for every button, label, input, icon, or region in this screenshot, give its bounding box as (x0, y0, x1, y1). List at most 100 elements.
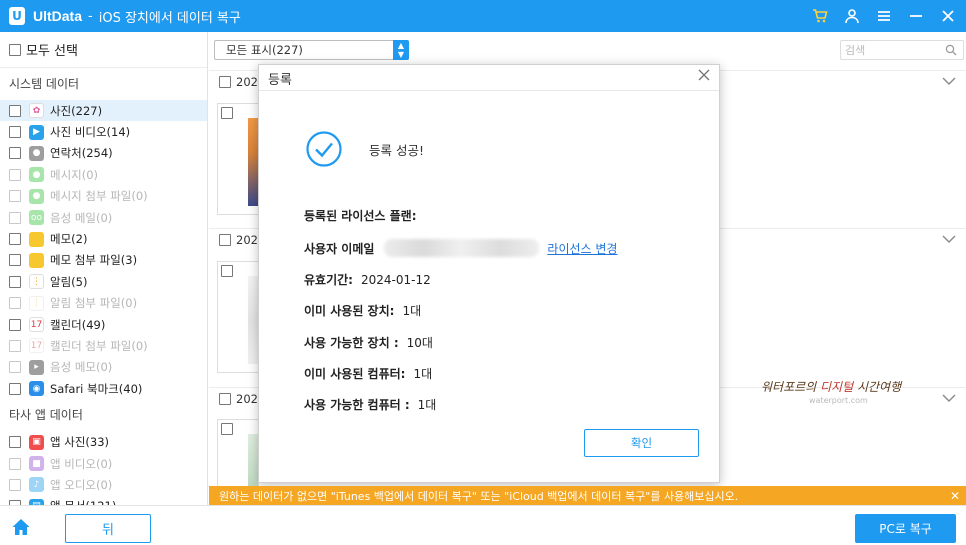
cart-icon[interactable] (808, 4, 832, 28)
change-license-link[interactable]: 라이선스 변경 (547, 240, 617, 257)
window-subtitle: iOS 장치에서 데이터 복구 (98, 10, 241, 26)
category-item[interactable]: 메모 첨부 파일(3) (0, 250, 207, 271)
photos-icon: ✿ (29, 103, 44, 119)
back-button[interactable]: 뒤 (65, 514, 151, 543)
ultdata-logo-icon: U (9, 7, 25, 25)
photo-checkbox[interactable] (221, 265, 233, 277)
category-checkbox[interactable] (9, 382, 21, 395)
chevron-down-icon[interactable] (942, 233, 956, 247)
category-item[interactable]: ♪ 앱 오디오(0) (0, 474, 207, 495)
category-sidebar: 모두 선택 시스템 데이터 ✿ 사진(227) ▶ 사진 비디오(14) ● 연락처(25… (0, 32, 208, 505)
category-item[interactable]: ● 메시지(0) (0, 164, 207, 185)
license-info-row: 이미 사용된 컴퓨터: 1대 (304, 365, 432, 382)
menu-icon[interactable] (872, 4, 896, 28)
category-item[interactable]: 17 캘린더 첨부 파일(0) (0, 335, 207, 356)
category-checkbox[interactable] (9, 275, 21, 288)
category-item[interactable]: oo 음성 메일(0) (0, 207, 207, 228)
category-item[interactable]: ⋮ 알림(5) (0, 271, 207, 292)
category-checkbox[interactable] (9, 211, 21, 224)
search-input[interactable]: 검색 (840, 40, 964, 60)
category-label: 알림(5) (50, 274, 88, 289)
category-label: 메모 첨부 파일(3) (50, 253, 138, 268)
email-key: 사용자 이메일 (304, 241, 375, 256)
category-checkbox[interactable] (9, 339, 21, 352)
category-checkbox[interactable] (9, 190, 21, 203)
dialog-header: 등록 (259, 65, 719, 91)
license-info-row: 이미 사용된 장치: 1대 (304, 302, 421, 319)
info-key: 사용 가능한 컴퓨터 : (304, 398, 410, 412)
info-key: 사용 가능한 장치 : (304, 336, 399, 350)
watermark-main: 워터포르의 (761, 380, 821, 394)
category-checkbox[interactable] (9, 147, 21, 160)
search-icon[interactable] (945, 44, 957, 59)
watermark-text: 워터포르의 디지털 시간여행 (761, 378, 901, 395)
thirdparty-data-title: 타사 앱 데이터 (9, 408, 83, 423)
close-icon[interactable] (697, 68, 711, 85)
license-info-row: 사용 가능한 장치 : 10대 (304, 334, 433, 351)
select-all-checkbox[interactable] (9, 43, 21, 56)
category-item[interactable]: ✿ 사진(227) (0, 100, 207, 122)
recover-to-pc-button[interactable]: PC로 복구 (855, 514, 956, 543)
category-item[interactable]: 메모(2) (0, 228, 207, 249)
calendar-icon: 17 (29, 317, 44, 333)
category-item[interactable]: 17 캘린더(49) (0, 314, 207, 335)
filter-select[interactable]: 모든 표시(227) ▲ ▼ (214, 40, 409, 60)
app-audio-icon: ♪ (29, 477, 44, 493)
category-item[interactable]: ■ 앱 비디오(0) (0, 453, 207, 474)
category-checkbox[interactable] (9, 436, 21, 449)
category-checkbox[interactable] (9, 104, 21, 117)
license-info-row: 사용 가능한 컴퓨터 : 1대 (304, 396, 436, 413)
category-checkbox[interactable] (9, 478, 21, 491)
category-label: 앱 문서(121) (50, 498, 116, 505)
category-item[interactable]: ● 메시지 첨부 파일(0) (0, 186, 207, 207)
category-item[interactable]: ▶ 사진 비디오(14) (0, 121, 207, 142)
category-item[interactable]: ◉ Safari 북마크(40) (0, 378, 207, 399)
category-checkbox[interactable] (9, 254, 21, 267)
category-label: 앱 사진(33) (50, 435, 110, 450)
group-checkbox[interactable] (219, 233, 231, 246)
info-value: 1대 (417, 398, 437, 412)
app-name: UltData (33, 8, 83, 24)
calendar-attachment-icon: 17 (29, 338, 44, 354)
category-checkbox[interactable] (9, 168, 21, 181)
category-item[interactable]: ⋮ 알림 첨부 파일(0) (0, 293, 207, 314)
photo-thumbnail[interactable] (217, 261, 259, 373)
category-label: 음성 메모(0) (50, 360, 113, 375)
home-icon[interactable] (11, 517, 31, 540)
close-icon[interactable]: ✕ (950, 489, 960, 503)
registration-dialog: 등록 등록 성공! 등록된 라이선스 플랜: 사용자 이메일 라이선스 변경 유… (258, 64, 720, 483)
photo-checkbox[interactable] (221, 423, 233, 435)
category-label: 메시지(0) (50, 167, 99, 182)
close-icon[interactable] (936, 4, 960, 28)
category-item[interactable]: ▤앱 문서(121) (0, 496, 207, 505)
category-label: 음성 메일(0) (50, 210, 113, 225)
category-checkbox[interactable] (9, 457, 21, 470)
category-item[interactable]: ▸ 음성 메모(0) (0, 357, 207, 378)
messages-icon: ● (29, 167, 44, 183)
category-label: Safari 북마크(40) (50, 381, 143, 396)
chevron-down-icon[interactable] (942, 75, 956, 89)
category-checkbox[interactable] (9, 126, 21, 139)
group-checkbox[interactable] (219, 392, 231, 405)
confirm-button[interactable]: 확인 (584, 429, 699, 457)
category-checkbox[interactable] (9, 297, 21, 310)
category-checkbox[interactable] (9, 233, 21, 246)
system-data-title: 시스템 데이터 (9, 77, 80, 91)
category-item[interactable]: ● 연락처(254) (0, 143, 207, 164)
category-checkbox[interactable] (9, 318, 21, 331)
photo-thumbnail[interactable] (217, 103, 259, 215)
info-key: 이미 사용된 컴퓨터: (304, 367, 406, 381)
chevron-down-icon[interactable] (942, 392, 956, 406)
minimize-icon[interactable] (904, 4, 928, 28)
category-label: 사진 비디오(14) (50, 125, 131, 140)
app-photo-icon: ▣ (29, 434, 44, 450)
contacts-icon: ● (29, 145, 44, 161)
safari-icon: ◉ (29, 381, 44, 397)
select-all-row[interactable]: 모두 선택 (0, 32, 207, 68)
category-item[interactable]: ▣ 앱 사진(33) (0, 431, 207, 452)
info-key: 이미 사용된 장치: (304, 304, 395, 318)
group-checkbox[interactable] (219, 75, 231, 88)
photo-checkbox[interactable] (221, 107, 233, 119)
category-checkbox[interactable] (9, 361, 21, 374)
user-icon[interactable] (840, 4, 864, 28)
